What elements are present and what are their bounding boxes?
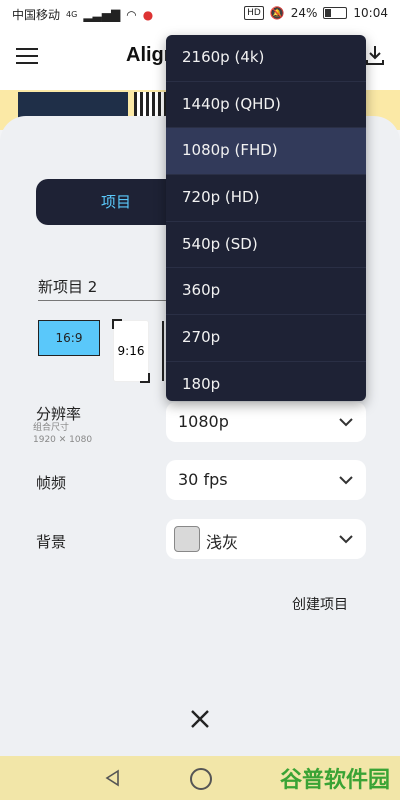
navigation-bar: 谷普软件园: [0, 756, 400, 800]
resolution-option[interactable]: 1440p (QHD): [166, 82, 366, 129]
resolution-option[interactable]: 1080p (FHD): [166, 128, 366, 176]
resolution-select[interactable]: 1080p: [166, 402, 366, 442]
status-right: HD 🔕 24% 10:04: [244, 6, 388, 20]
location-icon: ●: [142, 7, 154, 22]
background-label: 背景: [36, 533, 67, 551]
resolution-sub-label: 组合尺寸: [33, 423, 70, 433]
resolution-option[interactable]: 2160p (4k): [166, 35, 366, 82]
resolution-option[interactable]: 360p: [166, 268, 366, 316]
ratio-9-16-button[interactable]: 9:16: [112, 319, 150, 383]
battery-percent: 24%: [290, 6, 318, 20]
back-icon[interactable]: [104, 769, 122, 787]
menu-icon[interactable]: [16, 48, 38, 64]
chevron-down-icon: [339, 418, 353, 427]
network-indicator: 4G: [66, 10, 78, 19]
status-left: 中国移动 4G ▂▃▅▇ ◠ ●: [12, 6, 153, 23]
background-color-swatch: [174, 526, 200, 552]
home-icon[interactable]: [190, 768, 212, 790]
ratio-16-9-button[interactable]: 16:9: [38, 320, 100, 356]
fps-value: 30 fps: [178, 470, 228, 489]
background-select[interactable]: 浅灰: [166, 519, 366, 559]
battery-icon: [323, 7, 348, 19]
resolution-dimensions: 1920 ✕ 1080: [33, 435, 93, 445]
signal-icon: ▂▃▅▇: [83, 7, 121, 22]
download-icon[interactable]: [364, 44, 386, 66]
hd-icon: HD: [244, 6, 264, 20]
background-value: 浅灰: [206, 533, 239, 552]
resolution-option[interactable]: 720p (HD): [166, 175, 366, 222]
carrier-text: 中国移动: [12, 8, 61, 22]
watermark-logo: 谷普软件园: [279, 767, 390, 792]
resolution-option[interactable]: 540p (SD): [166, 222, 366, 269]
clock: 10:04: [353, 6, 388, 20]
resolution-option[interactable]: 270p: [166, 315, 366, 362]
resolution-option[interactable]: 180p: [166, 362, 366, 401]
status-bar: 中国移动 4G ▂▃▅▇ ◠ ● HD 🔕 24% 10:04: [0, 0, 400, 28]
resolution-value: 1080p: [178, 412, 229, 431]
chevron-down-icon: [339, 476, 353, 485]
create-project-button[interactable]: 创建项目: [292, 594, 348, 614]
resolution-dropdown: 2160p (4k) 1440p (QHD) 1080p (FHD) 720p (HD…: [166, 35, 366, 401]
fps-label: 帧频: [36, 474, 67, 492]
fps-select[interactable]: 30 fps: [166, 460, 366, 500]
mute-icon: 🔕: [269, 6, 285, 20]
resolution-label: 分辨率: [36, 405, 82, 423]
close-icon[interactable]: [189, 708, 211, 730]
project-name-input[interactable]: 新项目 2: [38, 276, 168, 301]
wifi-icon: ◠: [126, 7, 137, 22]
chevron-down-icon: [339, 535, 353, 544]
